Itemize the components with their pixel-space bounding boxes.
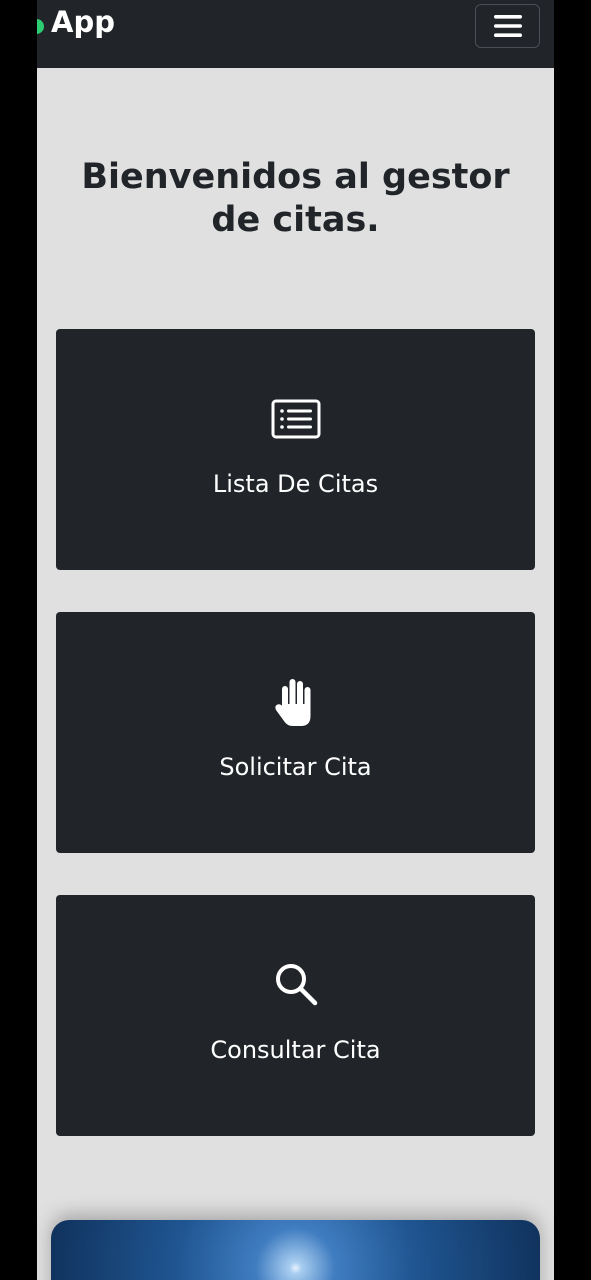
card-label: Consultar Cita [210,1036,381,1064]
menu-toggle-button[interactable] [475,4,540,48]
list-icon [271,399,320,439]
card-solicitar-cita[interactable]: Solicitar Cita [56,612,535,853]
app-viewport: App Bienvenidos al gestor de citas. List… [37,0,554,1280]
card-label: Lista De Citas [212,470,379,498]
search-icon [275,964,317,1006]
hero-image [51,1220,540,1280]
card-label: Solicitar Cita [219,753,372,781]
hand-icon [274,679,310,726]
page-title: Bienvenidos al gestor de citas. [81,157,510,240]
brand-title[interactable]: App [51,4,115,40]
card-lista-de-citas[interactable]: Lista De Citas [56,329,535,570]
navbar: App [37,0,554,68]
card-consultar-cita[interactable]: Consultar Cita [56,895,535,1136]
hamburger-menu-icon [493,15,522,37]
